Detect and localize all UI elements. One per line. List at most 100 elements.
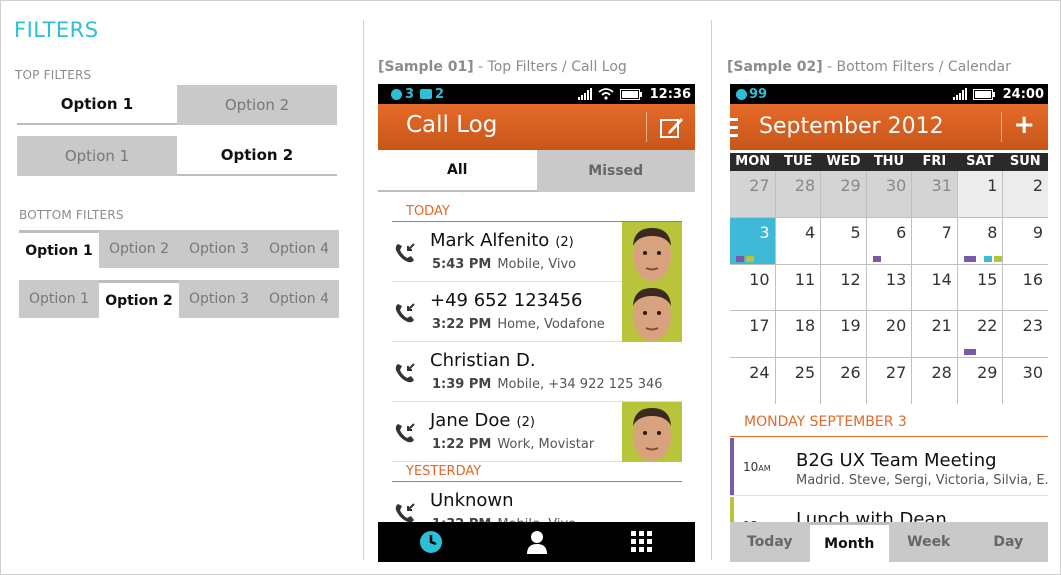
bottom-filter-option-2[interactable]: Option 2 xyxy=(99,280,179,318)
menu-icon[interactable] xyxy=(730,118,738,138)
sample2-title-text: - Bottom Filters / Calendar xyxy=(822,59,1011,75)
calendar-day[interactable]: 9 xyxy=(1003,217,1048,264)
calendar-day[interactable]: 1 xyxy=(957,171,1003,217)
view-day-button[interactable]: Day xyxy=(969,522,1049,562)
event-title: B2G UX Team Meeting xyxy=(796,450,997,471)
app-header: September 2012 + xyxy=(730,104,1048,150)
header-separator xyxy=(1001,112,1002,142)
call-log-tabs: All Missed xyxy=(378,150,695,192)
calendar-day[interactable]: 4 xyxy=(775,217,821,264)
nav-contacts[interactable] xyxy=(484,522,590,562)
weekday-label: MON xyxy=(735,154,771,169)
calendar-day[interactable]: 30 xyxy=(1003,358,1048,404)
calendar-day[interactable]: 29 xyxy=(821,171,866,217)
bottom-filter-option-3[interactable]: Option 3 xyxy=(179,230,259,268)
calendar-day[interactable]: 11 xyxy=(775,264,821,311)
bottom-filter-group-2: Option 1 Option 2 Option 3 Option 4 xyxy=(19,280,339,318)
calendar-day[interactable]: 28 xyxy=(775,171,821,217)
bottom-filter-option-3[interactable]: Option 3 xyxy=(179,280,259,318)
divider-left xyxy=(363,20,364,560)
message-count: 2 xyxy=(435,86,445,102)
view-month-button[interactable]: Month xyxy=(809,522,889,562)
calendar-day[interactable]: 23 xyxy=(1003,311,1048,358)
top-filter-option-2[interactable]: Option 2 xyxy=(177,136,337,176)
bottom-filter-option-4[interactable]: Option 4 xyxy=(259,230,339,268)
call-item[interactable]: Mark Alfenito (2) 5:43 PM Mobile, Vivo xyxy=(392,222,682,282)
calendar-day-selected[interactable]: 3 xyxy=(730,217,775,264)
calendar-day[interactable]: 22 xyxy=(957,311,1003,358)
event-markers xyxy=(736,255,754,262)
calendar-day[interactable]: 8 xyxy=(957,217,1003,264)
bottom-nav xyxy=(378,522,695,562)
top-filter-option-1[interactable]: Option 1 xyxy=(17,85,177,125)
sample2-title: [Sample 02] - Bottom Filters / Calendar xyxy=(727,59,1011,75)
bottom-filter-group-1: Option 1 Option 2 Option 3 Option 4 xyxy=(19,230,339,268)
calendar-phone: 99 24:00 September 2012 + MON TUE WED TH… xyxy=(730,84,1048,562)
phone-incoming-icon xyxy=(395,243,415,263)
call-meta: 3:22 PM Home, Vodafone xyxy=(432,317,605,332)
call-item[interactable]: Christian D. 1:39 PM Mobile, +34 922 125 … xyxy=(392,342,682,402)
calendar-day[interactable]: 18 xyxy=(775,311,821,358)
month-grid: 27 28 29 30 31 1 2 3 4 5 6 7 8 9 10 11 1… xyxy=(730,171,1048,404)
calendar-day[interactable]: 5 xyxy=(821,217,866,264)
section-header-today: TODAY xyxy=(392,204,682,222)
top-filter-option-1[interactable]: Option 1 xyxy=(17,136,177,176)
calendar-day[interactable]: 27 xyxy=(866,358,912,404)
bottom-filters-label: BOTTOM FILTERS xyxy=(19,208,124,222)
nav-recents[interactable] xyxy=(378,522,484,562)
day-header: MONDAY SEPTEMBER 3 xyxy=(730,409,1048,437)
calendar-day[interactable]: 19 xyxy=(821,311,866,358)
event-markers xyxy=(872,255,881,262)
view-today-button[interactable]: Today xyxy=(730,522,810,562)
calendar-day[interactable]: 27 xyxy=(730,171,775,217)
view-week-button[interactable]: Week xyxy=(889,522,969,562)
calendar-day[interactable]: 24 xyxy=(730,358,775,404)
sample1-title-text: - Top Filters / Call Log xyxy=(473,59,627,75)
top-filters-label: TOP FILTERS xyxy=(15,68,92,82)
event-detail: Madrid. Steve, Sergi, Victoria, Silvia, … xyxy=(796,473,1048,488)
compose-icon[interactable] xyxy=(659,114,685,140)
calendar-day[interactable]: 15 xyxy=(957,264,1003,311)
event-color-bar xyxy=(730,438,734,495)
notification-count: 3 xyxy=(405,86,415,102)
calendar-day[interactable]: 20 xyxy=(866,311,912,358)
calendar-day[interactable]: 6 xyxy=(866,217,912,264)
calendar-day[interactable]: 16 xyxy=(1003,264,1048,311)
calendar-day[interactable]: 26 xyxy=(821,358,866,404)
caller-name: Unknown xyxy=(430,490,514,511)
calendar-day[interactable]: 28 xyxy=(912,358,957,404)
top-filter-option-2[interactable]: Option 2 xyxy=(177,85,337,125)
phone-incoming-icon xyxy=(395,303,415,323)
top-filter-group-2: Option 1 Option 2 xyxy=(17,136,337,176)
calendar-day[interactable]: 10 xyxy=(730,264,775,311)
tab-missed[interactable]: Missed xyxy=(536,150,695,192)
nav-keypad[interactable] xyxy=(589,522,695,562)
tab-all[interactable]: All xyxy=(378,150,537,192)
calendar-day[interactable]: 13 xyxy=(866,264,912,311)
calendar-day[interactable]: 14 xyxy=(912,264,957,311)
calendar-day[interactable]: 17 xyxy=(730,311,775,358)
bottom-filter-option-2[interactable]: Option 2 xyxy=(99,230,179,268)
bottom-filter-option-4[interactable]: Option 4 xyxy=(259,280,339,318)
calendar-day[interactable]: 2 xyxy=(1003,171,1048,217)
event-item[interactable]: 10AM B2G UX Team Meeting Madrid. Steve, … xyxy=(730,438,1048,496)
calendar-day[interactable]: 29 xyxy=(957,358,1003,404)
bottom-filter-option-1[interactable]: Option 1 xyxy=(19,230,99,268)
caller-name: Christian D. xyxy=(430,350,536,371)
calendar-day[interactable]: 30 xyxy=(866,171,912,217)
bottom-filter-option-1[interactable]: Option 1 xyxy=(19,280,99,318)
calendar-day[interactable]: 21 xyxy=(912,311,957,358)
signal-icon xyxy=(577,88,592,100)
calendar-day[interactable]: 12 xyxy=(821,264,866,311)
call-item[interactable]: Jane Doe (2) 1:22 PM Work, Movistar xyxy=(392,402,682,462)
status-bar: 99 24:00 xyxy=(730,84,1048,104)
notification-icon xyxy=(736,88,747,100)
phone-incoming-icon xyxy=(395,363,415,383)
calendar-day[interactable]: 7 xyxy=(912,217,957,264)
clock-icon xyxy=(419,531,442,553)
call-item[interactable]: +49 652 123456 3:22 PM Home, Vodafone xyxy=(392,282,682,342)
add-event-icon[interactable]: + xyxy=(1013,110,1035,140)
calendar-day[interactable]: 25 xyxy=(775,358,821,404)
sample2-title-bracket: [Sample 02] xyxy=(727,59,823,75)
calendar-day[interactable]: 31 xyxy=(912,171,957,217)
